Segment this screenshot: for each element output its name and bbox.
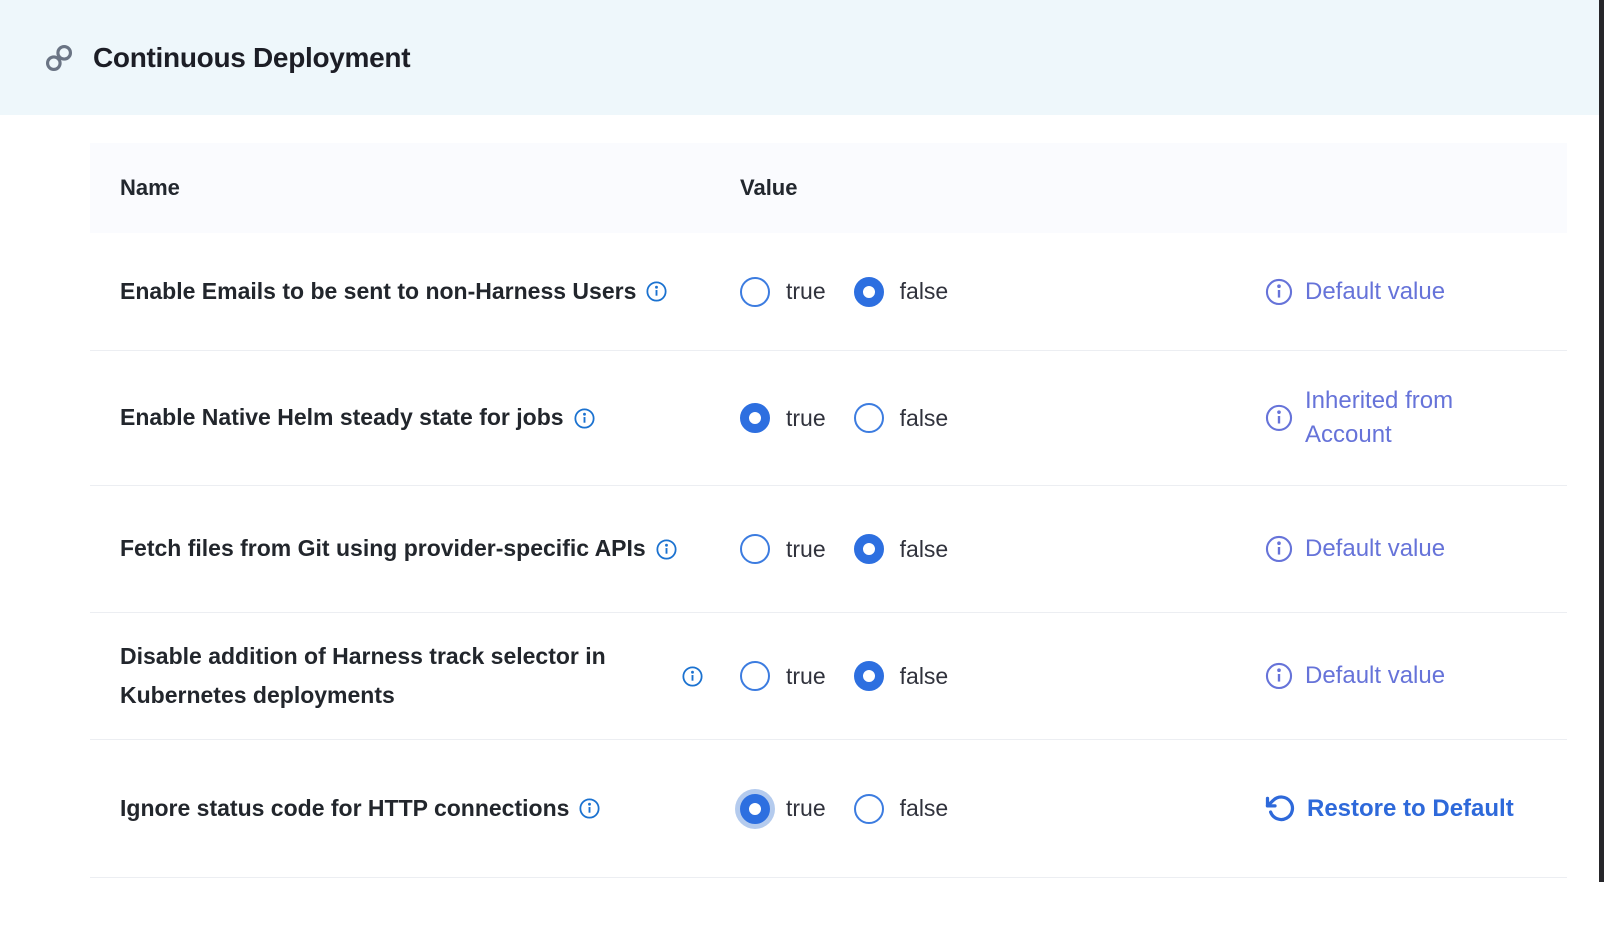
info-icon[interactable] [1265,535,1293,563]
radio-true-label[interactable]: true [786,278,826,305]
info-icon[interactable] [1265,404,1293,432]
row-meta: Default value [1265,532,1445,566]
meta-label: Default value [1305,659,1445,693]
radio-option-false: false [854,534,949,564]
radio-true-label[interactable]: true [786,663,826,690]
table-header-row: Name Value [90,143,1567,233]
radio-group: true false [740,794,948,824]
radio-option-true: true [740,277,826,307]
setting-name-cell: Enable Emails to be sent to non-Harness … [120,272,734,311]
radio-group: true false [740,661,948,691]
row-meta[interactable]: Restore to Default [1265,791,1514,825]
radio-group: true false [740,403,948,433]
setting-name-cell: Enable Native Helm steady state for jobs [120,398,734,437]
radio-true[interactable] [740,277,770,307]
setting-name: Enable Native Helm steady state for jobs [120,398,564,437]
radio-option-true: true [740,534,826,564]
setting-row: Enable Emails to be sent to non-Harness … [90,233,1567,351]
radio-option-false: false [854,794,949,824]
radio-true[interactable] [740,403,770,433]
setting-name-cell: Ignore status code for HTTP connections [120,789,734,828]
radio-group: true false [740,277,948,307]
settings-table: Name Value Enable Emails to be sent to n… [90,143,1567,878]
info-icon[interactable] [1265,277,1293,305]
radio-true-label[interactable]: true [786,405,826,432]
setting-name: Fetch files from Git using provider-spec… [120,529,646,568]
setting-name: Enable Emails to be sent to non-Harness … [120,272,636,311]
radio-group: true false [740,534,948,564]
setting-row: Enable Native Helm steady state for jobs… [90,351,1567,486]
section-header: Continuous Deployment [0,0,1604,115]
radio-false-label[interactable]: false [900,405,949,432]
column-header-name: Name [90,175,180,201]
radio-false[interactable] [854,277,884,307]
meta-label: Default value [1305,532,1445,566]
info-icon[interactable] [579,798,600,819]
info-icon[interactable] [1265,662,1293,690]
info-icon[interactable] [682,666,703,687]
radio-true-label[interactable]: true [786,536,826,563]
radio-option-true: true [740,661,826,691]
row-meta: Inherited from Account [1265,384,1510,452]
radio-option-false: false [854,403,949,433]
setting-name-cell: Fetch files from Git using provider-spec… [120,529,734,568]
row-meta: Default value [1265,274,1445,308]
radio-true[interactable] [740,534,770,564]
radio-false[interactable] [854,661,884,691]
radio-false[interactable] [854,794,884,824]
radio-true-label[interactable]: true [786,795,826,822]
info-icon[interactable] [574,408,595,429]
restore-icon[interactable] [1265,793,1295,823]
info-icon[interactable] [656,539,677,560]
radio-false-label[interactable]: false [900,663,949,690]
radio-false[interactable] [854,534,884,564]
radio-option-true: true [740,794,826,824]
link-icon[interactable] [44,43,74,73]
setting-row: Ignore status code for HTTP connections … [90,740,1567,878]
table-body: Enable Emails to be sent to non-Harness … [90,233,1567,878]
setting-row: Fetch files from Git using provider-spec… [90,486,1567,613]
radio-option-false: false [854,661,949,691]
radio-option-true: true [740,403,826,433]
radio-true[interactable] [740,661,770,691]
setting-name: Disable addition of Harness track select… [120,637,672,715]
radio-false-label[interactable]: false [900,795,949,822]
radio-option-false: false [854,277,949,307]
row-meta: Default value [1265,659,1445,693]
radio-false-label[interactable]: false [900,278,949,305]
page-title: Continuous Deployment [93,42,410,74]
radio-true[interactable] [740,794,770,824]
radio-false-label[interactable]: false [900,536,949,563]
setting-row: Disable addition of Harness track select… [90,613,1567,740]
setting-name-cell: Disable addition of Harness track select… [120,637,734,715]
setting-name: Ignore status code for HTTP connections [120,789,569,828]
meta-label: Inherited from Account [1305,384,1510,452]
column-header-value: Value [740,175,797,201]
info-icon[interactable] [646,281,667,302]
meta-label: Default value [1305,274,1445,308]
restore-to-default-button[interactable]: Restore to Default [1307,791,1514,825]
radio-false[interactable] [854,403,884,433]
window-edge [1599,0,1604,882]
